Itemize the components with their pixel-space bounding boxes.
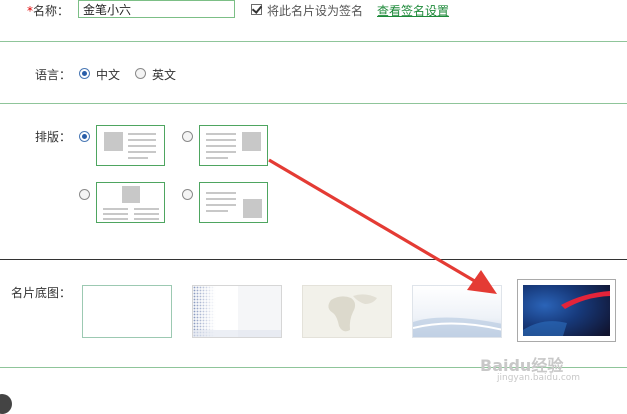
watermark-url: jingyan.baidu.com (497, 373, 581, 383)
annotation-arrow (268, 158, 497, 294)
